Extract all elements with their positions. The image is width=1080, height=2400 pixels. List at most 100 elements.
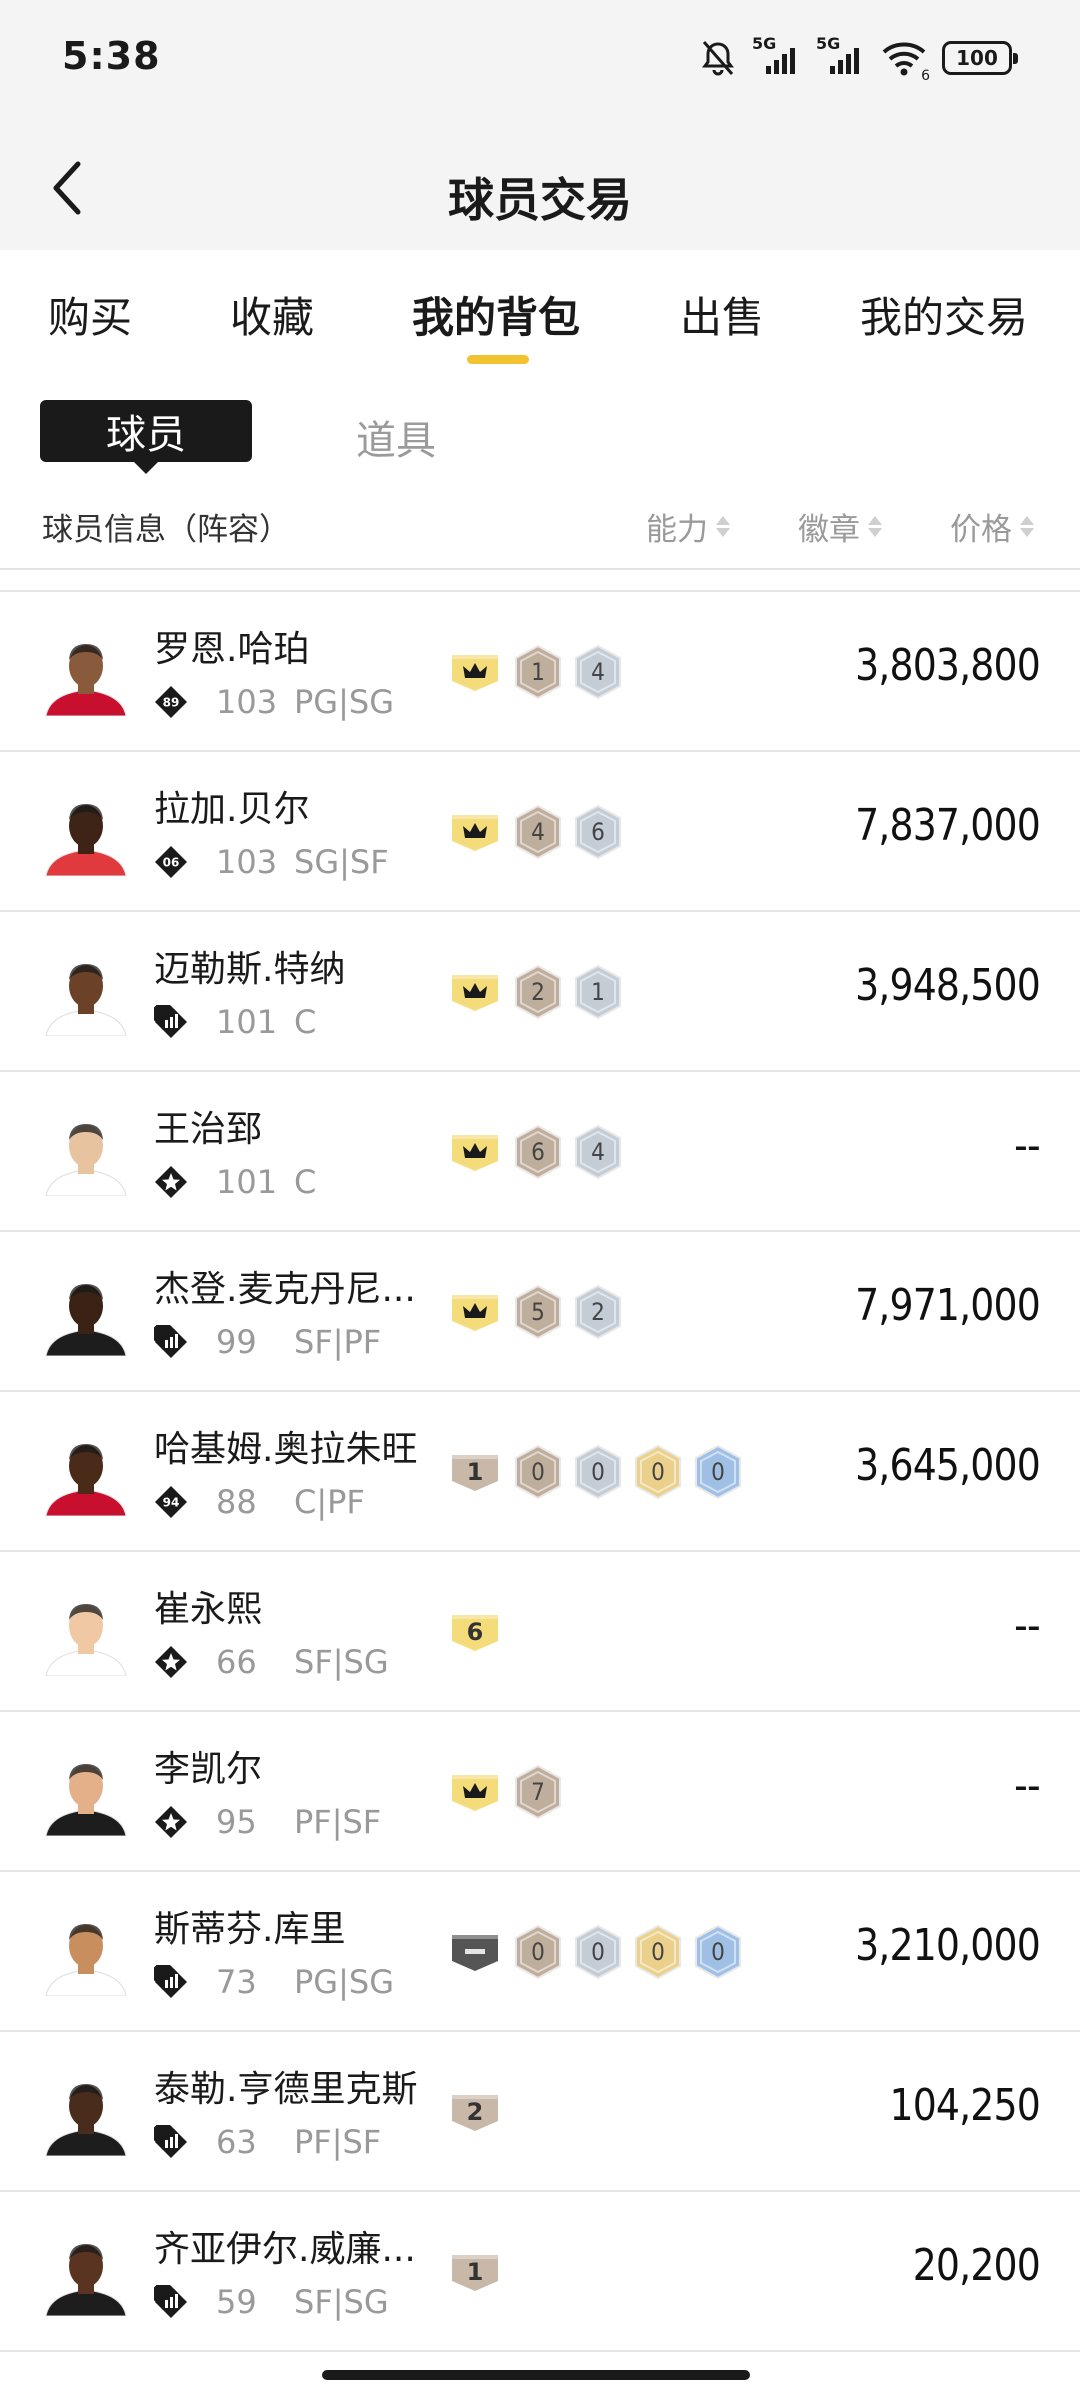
player-rating: 99: [216, 1323, 257, 1361]
player-meta: 06 103 SG|SF: [154, 842, 389, 882]
badge-count: 6: [531, 1138, 545, 1166]
card-level: 6: [466, 1618, 484, 1646]
player-row[interactable]: 杰登.麦克丹尼... 99 SF|PF 5 2 7,971,000: [0, 1232, 1080, 1392]
player-badges: 1: [450, 2244, 504, 2300]
player-name: 齐亚伊尔.威廉...: [154, 2229, 416, 2270]
status-time: 5:38: [62, 34, 161, 78]
tab-favorites[interactable]: 收藏: [230, 284, 314, 345]
main-tabs: 购买 收藏 我的背包 出售 我的交易: [0, 250, 1080, 370]
tab-sell[interactable]: 出售: [680, 284, 764, 345]
tier-bars-icon: [154, 1005, 188, 1039]
badge-count: 7: [531, 1778, 545, 1806]
crown-card-icon: [450, 1131, 500, 1173]
player-row[interactable]: 迈勒斯.特纳 101 C 2 1 3,948,500: [0, 912, 1080, 1072]
tab-buy[interactable]: 购买: [48, 284, 132, 345]
tier-number-icon: 94: [154, 1485, 188, 1519]
sort-price[interactable]: 价格: [950, 504, 1034, 549]
player-badges: 21: [450, 964, 624, 1020]
page-title: 球员交易: [448, 173, 632, 227]
badge-hexagon-icon: 1: [572, 964, 624, 1020]
player-avatar: [40, 1272, 132, 1356]
card-level: 1: [466, 2258, 484, 2286]
crown-card-icon: [450, 971, 500, 1013]
player-name: 王治郅: [154, 1109, 263, 1150]
badge-hexagon-icon: 1: [512, 644, 564, 700]
player-position: SF|SG: [294, 2283, 389, 2321]
tier-star-icon: [154, 1805, 188, 1839]
subtab-items[interactable]: 道具: [356, 408, 436, 466]
player-row[interactable]: 拉加.贝尔 06 103 SG|SF 4 6 7,837,000: [0, 752, 1080, 912]
player-row[interactable]: 齐亚伊尔.威廉... 59 SF|SG 1 20,200: [0, 2192, 1080, 2352]
tier-number-icon: 89: [154, 685, 188, 719]
subtab-players[interactable]: 球员: [40, 400, 252, 474]
player-meta: 89 103 PG|SG: [154, 682, 394, 722]
tier-number-icon: 06: [154, 845, 188, 879]
badge-count: 2: [531, 978, 545, 1006]
sort-price-label: 价格: [950, 512, 1012, 548]
battery-icon: 100: [942, 41, 1018, 75]
player-price: --: [1014, 1760, 1040, 1811]
tab-my-trades[interactable]: 我的交易: [860, 284, 1028, 345]
badge-hexagon-icon: 4: [572, 644, 624, 700]
network-label: 5G: [816, 34, 841, 53]
tab-my-backpack[interactable]: 我的背包: [412, 284, 580, 345]
badge-count: 5: [531, 1298, 545, 1326]
badge-hexagon-icon: 0: [572, 1444, 624, 1500]
player-position: PF|SF: [294, 1803, 382, 1841]
bell-off-icon: [698, 38, 738, 78]
sub-tabs: 球员 道具: [0, 370, 1080, 480]
battery-level: 100: [956, 46, 998, 70]
player-price: 7,837,000: [855, 800, 1041, 851]
player-position: C: [294, 1003, 317, 1041]
player-name: 罗恩.哈珀: [154, 629, 310, 670]
player-position: PG|SG: [294, 1963, 394, 2001]
level-card-icon: 1: [450, 2251, 500, 2293]
home-indicator[interactable]: [322, 2370, 750, 2380]
player-avatar: [40, 632, 132, 716]
nav-bar: 球员交易: [0, 130, 1080, 250]
tier-star-icon: [154, 1165, 188, 1199]
player-price: 20,200: [912, 2240, 1041, 2291]
player-meta: 101 C: [154, 1162, 316, 1202]
player-rating: 95: [216, 1803, 257, 1841]
badge-hexagon-icon: 0: [512, 1924, 564, 1980]
player-meta: 63 PF|SF: [154, 2122, 381, 2162]
player-row[interactable]: 泰勒.亨德里克斯 63 PF|SF 2 104,250: [0, 2032, 1080, 2192]
player-meta: 59 SF|SG: [154, 2282, 389, 2322]
player-row[interactable]: 李凯尔 95 PF|SF 7 --: [0, 1712, 1080, 1872]
active-tab-indicator: [467, 355, 529, 364]
player-name: 泰勒.亨德里克斯: [154, 2069, 418, 2110]
sort-badges[interactable]: 徽章: [798, 504, 882, 549]
player-price: 7,971,000: [855, 1280, 1041, 1331]
player-position: PF|SF: [294, 2123, 382, 2161]
player-name: 哈基姆.奥拉朱旺: [154, 1429, 418, 1470]
player-badges: 1 0 0 0 0: [450, 1444, 744, 1500]
sort-arrows-icon: [716, 516, 730, 537]
badge-hexagon-icon: 0: [632, 1924, 684, 1980]
player-position: SF|PF: [294, 1323, 382, 1361]
svg-text:94: 94: [163, 1496, 180, 1510]
player-meta: 95 PF|SF: [154, 1802, 381, 1842]
player-price: 3,645,000: [855, 1440, 1041, 1491]
player-position: SG|SF: [294, 843, 389, 881]
player-rating: 59: [216, 2283, 257, 2321]
player-name: 李凯尔: [154, 1749, 263, 1790]
player-rating: 63: [216, 2123, 257, 2161]
player-row[interactable]: 王治郅 101 C 6 4 --: [0, 1072, 1080, 1232]
player-badges: 64: [450, 1124, 624, 1180]
badge-hexagon-icon: 2: [572, 1284, 624, 1340]
player-row[interactable]: 罗恩.哈珀 89 103 PG|SG 1 4 3,803,800: [0, 592, 1080, 752]
dash-card-icon: [450, 1931, 500, 1973]
sort-ability[interactable]: 能力: [646, 504, 730, 549]
badge-count: 0: [591, 1938, 605, 1966]
badge-count: 1: [531, 658, 545, 686]
player-badges: 0 0 0 0: [450, 1924, 744, 1980]
tier-star-icon: [154, 1645, 188, 1679]
player-row[interactable]: 崔永熙 66 SF|SG 6 --: [0, 1552, 1080, 1712]
player-name: 拉加.贝尔: [154, 789, 310, 830]
player-row[interactable]: 斯蒂芬.库里 73 PG|SG 0 0 0 0 3,210,000: [0, 1872, 1080, 2032]
player-row[interactable]: 哈基姆.奥拉朱旺 94 88 C|PF 1 0 0 0 0 3,645,000: [0, 1392, 1080, 1552]
player-name: 崔永熙: [154, 1589, 263, 1630]
badge-count: 0: [591, 1458, 605, 1486]
player-rating: 66: [216, 1643, 257, 1681]
